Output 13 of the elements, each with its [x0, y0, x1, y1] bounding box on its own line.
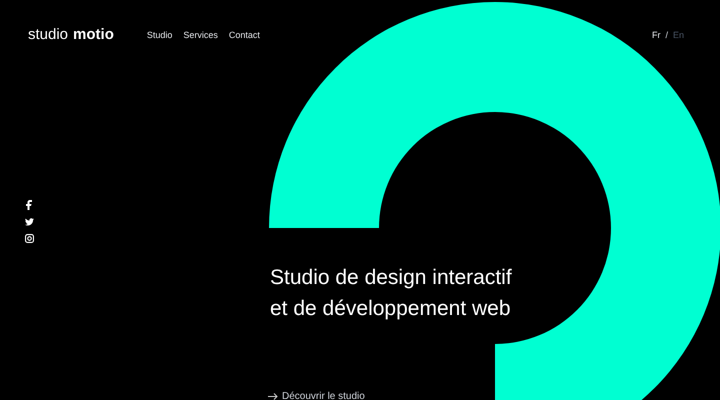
hero-heading-line: et de développement web [270, 296, 512, 322]
hero-heading-line: Studio de design interactif [270, 265, 512, 291]
arrow-right-icon [268, 393, 278, 400]
nav-link[interactable]: Contact [228, 28, 260, 42]
instagram-icon[interactable] [24, 234, 34, 243]
logo[interactable]: studio motio [28, 24, 114, 47]
language-separator: / [665, 28, 668, 42]
twitter-icon[interactable] [24, 218, 34, 226]
nav-link[interactable]: Studio [146, 28, 172, 42]
discover-link[interactable]: Découvrir le studio [268, 389, 365, 400]
facebook-icon[interactable] [26, 200, 32, 210]
language-link[interactable]: Fr [652, 28, 660, 42]
nav-link[interactable]: Services [183, 28, 218, 42]
